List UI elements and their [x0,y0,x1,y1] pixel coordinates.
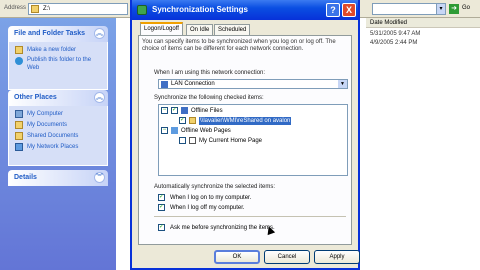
computer-icon [15,110,23,118]
auto-sync-label: Automatically synchronize the selected i… [154,184,276,190]
close-button[interactable]: X [342,3,356,17]
lan-connection-icon [161,81,168,88]
place-my-computer[interactable]: My Computer [13,109,103,120]
place-shared-documents[interactable]: Shared Documents [13,131,103,142]
place-label: My Documents [27,122,68,128]
address-value: Z:\ [43,6,50,12]
panel-header[interactable]: File and Folder Tasks ︽ [8,26,108,42]
separator [154,216,346,217]
check-logon[interactable]: ✓ When I log on to my computer. [158,194,251,202]
documents-folder-icon [15,121,23,129]
panel-header[interactable]: Other Places ︽ [8,90,108,106]
date-cell: 5/31/2005 9:47 AM [370,31,421,37]
tab-logon-logoff[interactable]: Logon/Logoff [140,22,183,35]
task-make-new-folder[interactable]: Make a new folder [13,45,103,56]
checkbox[interactable]: ✓ [158,194,165,201]
folder-icon [189,117,196,124]
panel-body: Make a new folder Publish this folder to… [8,42,108,90]
sync-items-label: Synchronize the following checked items: [154,95,264,101]
network-icon [15,143,23,151]
panel-body: My Computer My Documents Shared Document… [8,106,108,166]
tree-label: Offline Web Pages [181,128,231,134]
place-label: My Computer [27,111,64,117]
chevron-down-icon: ▾ [439,6,443,12]
panel-title: Details [14,174,37,181]
place-label: My Network Places [27,144,79,150]
address-input[interactable]: Z:\ [28,3,128,15]
sync-items-tree: − ✓ Offline Files ✓ \\lavalier\WMI\reSha… [158,104,348,176]
tree-label: Offline Files [191,108,223,114]
column-header-date-modified[interactable]: Date Modified [366,18,480,28]
check-ask-before-sync[interactable]: ✓ Ask me before synchronizing the items. [158,224,275,232]
place-my-documents[interactable]: My Documents [13,120,103,131]
date-cell: 4/9/2005 2:44 PM [370,40,418,46]
tab-scheduled[interactable]: Scheduled [214,24,251,35]
offline-files-icon [181,107,188,114]
checkbox-offline-share[interactable]: ✓ [179,117,186,124]
cancel-button[interactable]: Cancel [264,250,310,264]
web-pages-icon [171,127,178,134]
go-button[interactable]: ➜ Go [448,3,476,15]
collapse-icon[interactable]: ︽ [94,28,105,39]
check-logoff[interactable]: ✓ When I log off my computer. [158,204,245,212]
tree-label: \\lavalier\WMI\reShared on avalon [199,117,292,125]
web-page-icon [189,137,196,144]
new-folder-icon [15,46,23,54]
panel-title: File and Folder Tasks [14,30,86,37]
go-arrow-icon: ➜ [449,4,459,14]
go-label: Go [462,5,471,11]
connection-value: LAN Connection [171,81,215,87]
tree-label: My Current Home Page [199,138,263,144]
panel-header[interactable]: Details ︾ [8,170,108,186]
sync-icon [137,5,147,15]
sync-settings-dialog: Synchronization Settings ? X Logon/Logof… [130,0,360,270]
expand-collapse-toggle[interactable]: − [161,127,168,134]
chevron-down-icon[interactable]: ▼ [338,80,347,88]
apply-button[interactable]: Apply [314,250,360,264]
help-button[interactable]: ? [326,3,340,17]
shared-folder-icon [15,132,23,140]
other-places-panel: Other Places ︽ My Computer My Documents … [8,90,108,166]
connection-select[interactable]: LAN Connection ▼ [158,79,348,89]
task-label: Publish this folder to the Web [27,57,92,71]
connection-label: When I am using this network connection: [154,70,266,76]
address-input-extension[interactable] [372,3,446,15]
publish-web-icon [15,57,23,65]
checkbox[interactable]: ✓ [158,224,165,231]
file-folder-tasks-panel: File and Folder Tasks ︽ Make a new folde… [8,26,108,90]
drive-icon [31,5,39,13]
task-publish-folder[interactable]: Publish this folder to the Web [13,56,103,76]
check-label: When I log on to my computer. [170,195,252,201]
address-label: Address [4,5,27,11]
ok-button[interactable]: OK [214,250,260,264]
task-pane: File and Folder Tasks ︽ Make a new folde… [0,18,116,270]
description-text: You can specify items to be synchronized… [142,39,336,52]
check-label: When I log off my computer. [170,205,245,211]
collapse-icon[interactable]: ︽ [94,92,105,103]
check-label: Ask me before synchronizing the items. [170,225,275,231]
dialog-title: Synchronization Settings [152,5,249,14]
checkbox-offline-files[interactable]: ✓ [171,107,178,114]
checkbox[interactable]: ✓ [158,204,165,211]
details-panel: Details ︾ [8,170,108,186]
place-my-network-places[interactable]: My Network Places [13,142,103,153]
tab-on-idle[interactable]: On Idle [186,24,214,35]
expand-collapse-toggle[interactable]: − [161,107,168,114]
address-dropdown-button[interactable]: ▾ [436,3,446,15]
panel-title: Other Places [14,94,57,101]
task-label: Make a new folder [27,47,77,53]
place-label: Shared Documents [27,133,79,139]
dialog-titlebar[interactable]: Synchronization Settings ? X [132,0,358,20]
expand-icon[interactable]: ︾ [94,172,105,183]
checkbox-home-page[interactable] [179,137,186,144]
